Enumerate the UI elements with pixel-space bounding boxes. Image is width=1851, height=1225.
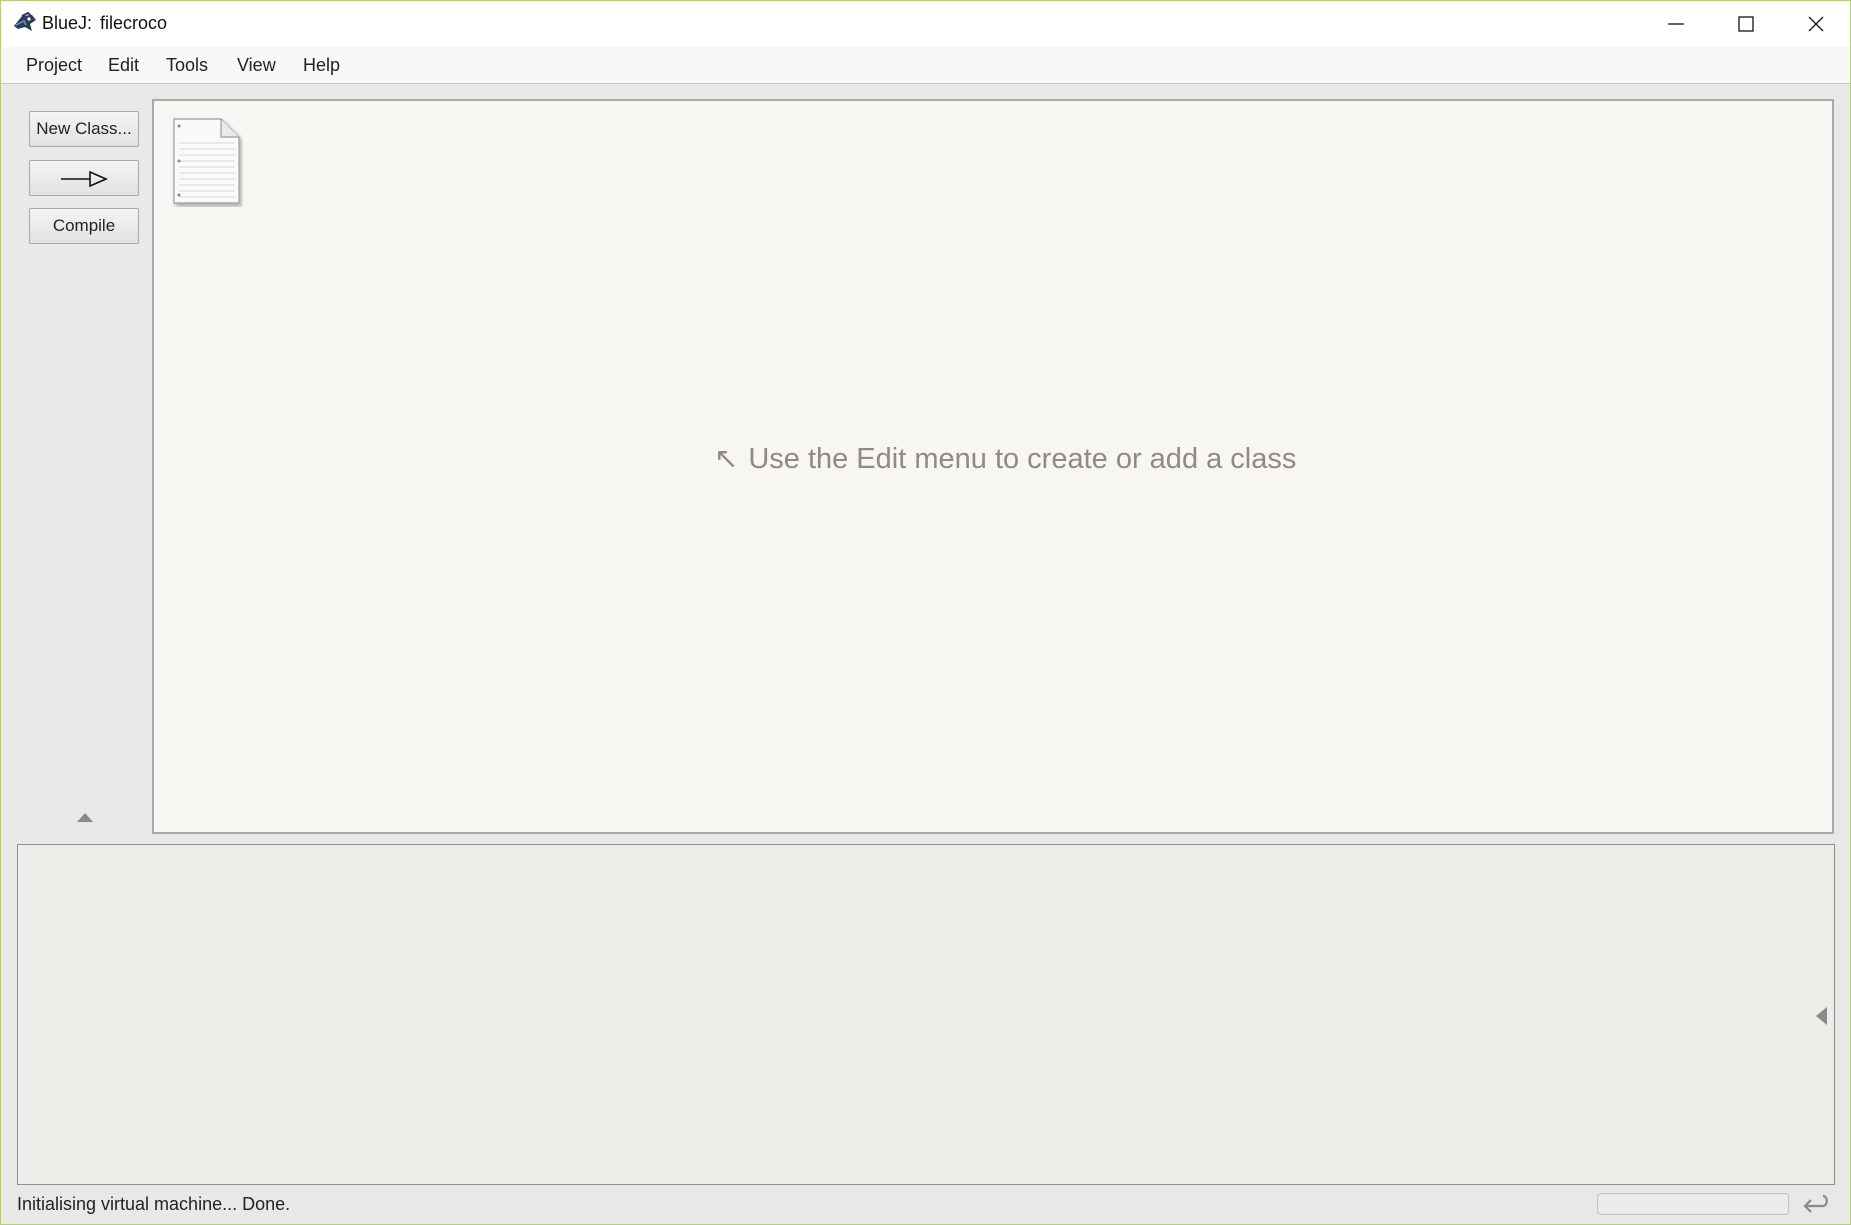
inheritance-arrow-icon: [61, 170, 108, 188]
menu-bar: Project Edit Tools View Help: [1, 47, 1850, 84]
maximize-icon: [1738, 16, 1754, 32]
title-project-name: filecroco: [100, 13, 168, 33]
title-bar[interactable]: BlueJ: filecroco: [1, 1, 1850, 47]
inheritance-arrow-button[interactable]: [29, 160, 139, 196]
window-title: BlueJ: filecroco: [42, 13, 167, 34]
close-button[interactable]: [1781, 1, 1850, 47]
title-app-name: BlueJ:: [42, 13, 93, 33]
class-diagram-canvas[interactable]: ↖ Use the Edit menu to create or add a cl…: [152, 99, 1834, 834]
bluej-bird-icon: [12, 11, 38, 34]
compile-button[interactable]: Compile: [29, 208, 139, 244]
expand-left-icon[interactable]: [1814, 1006, 1828, 1030]
maximize-button[interactable]: [1711, 1, 1781, 47]
status-message: Initialising virtual machine... Done.: [17, 1194, 291, 1214]
return-arrow-icon[interactable]: [1801, 1191, 1829, 1221]
new-class-button[interactable]: New Class...: [29, 111, 139, 147]
tool-panel: New Class... Compile: [1, 84, 151, 836]
hint-arrow-icon: ↖: [714, 443, 739, 475]
canvas-hint: ↖ Use the Edit menu to create or add a cl…: [714, 441, 1296, 476]
minimize-button[interactable]: [1641, 1, 1711, 47]
menu-view[interactable]: View: [237, 55, 276, 76]
readme-document-icon[interactable]: [171, 117, 243, 211]
object-bench[interactable]: [17, 844, 1835, 1185]
menu-edit[interactable]: Edit: [108, 55, 139, 76]
menu-help[interactable]: Help: [303, 55, 340, 76]
status-progress-bar: [1597, 1193, 1789, 1215]
bluej-window: BlueJ: filecroco Project Edit Tools View …: [0, 0, 1851, 1225]
menu-tools[interactable]: Tools: [166, 55, 208, 76]
collapse-up-icon[interactable]: [76, 808, 94, 827]
close-icon: [1808, 16, 1824, 32]
menu-project[interactable]: Project: [26, 55, 82, 76]
minimize-icon: [1668, 23, 1684, 25]
canvas-hint-text: Use the Edit menu to create or add a cla…: [748, 443, 1297, 475]
